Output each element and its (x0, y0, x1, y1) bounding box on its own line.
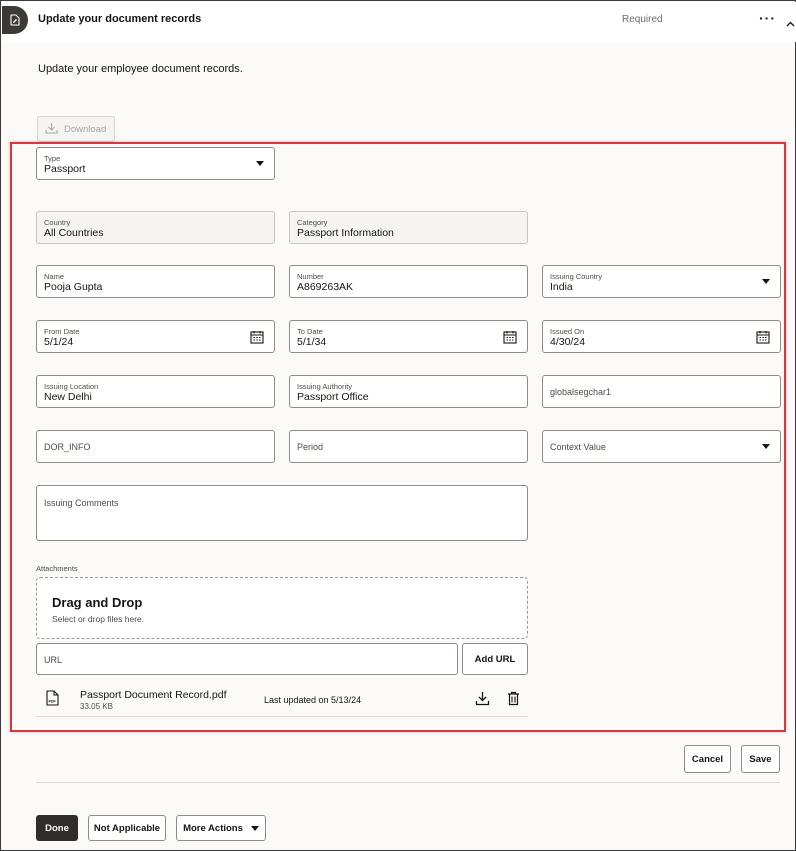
issuing-authority-label: Issuing Authority (297, 382, 353, 391)
number-value: A869263AK (297, 281, 354, 293)
issued-on-value: 4/30/24 (550, 336, 586, 348)
type-value: Passport (44, 163, 86, 175)
more-actions-label: More Actions (183, 822, 243, 834)
not-applicable-button[interactable]: Not Applicable (88, 815, 166, 841)
chevron-up-icon[interactable] (786, 14, 795, 32)
download-icon[interactable] (475, 691, 490, 711)
download-label: Download (64, 123, 107, 135)
required-status: Required (622, 14, 663, 25)
issuing-location-field[interactable]: Issuing Location New Delhi (36, 375, 275, 408)
name-label: Name (44, 272, 65, 281)
issuing-comments-placeholder: Issuing Comments (44, 498, 119, 508)
issued-on-label: Issued On (550, 327, 585, 336)
dropzone-title: Drag and Drop (52, 595, 143, 610)
from-date-field[interactable]: From Date 5/1/24 (36, 320, 275, 353)
chevron-down-icon (762, 279, 770, 284)
document-edit-icon (2, 6, 28, 34)
chevron-down-icon (256, 161, 264, 166)
done-button[interactable]: Done (36, 815, 78, 841)
from-date-value: 5/1/24 (44, 336, 74, 348)
task-header: Update your document records Required ··… (2, 2, 796, 42)
to-date-value: 5/1/34 (297, 336, 327, 348)
globalsegchar1-placeholder: globalsegchar1 (550, 387, 612, 397)
from-date-label: From Date (44, 327, 80, 336)
number-field[interactable]: Number A869263AK (289, 265, 528, 298)
issuing-authority-field[interactable]: Issuing Authority Passport Office (289, 375, 528, 408)
task-title: Update your document records (38, 13, 202, 25)
period-field[interactable]: Period (289, 430, 528, 463)
context-value-placeholder: Context Value (550, 442, 606, 452)
number-label: Number (297, 272, 324, 281)
name-value: Pooja Gupta (44, 281, 103, 293)
task-description: Update your employee document records. (38, 63, 243, 75)
context-value-select[interactable]: Context Value (542, 430, 781, 463)
type-label: Type (44, 154, 61, 163)
cancel-button[interactable]: Cancel (684, 745, 731, 773)
issuing-comments-textarea[interactable]: Issuing Comments (36, 485, 528, 541)
to-date-field[interactable]: To Date 5/1/34 (289, 320, 528, 353)
chevron-down-icon (250, 825, 259, 831)
country-field: Country All Countries (36, 211, 275, 244)
download-button[interactable]: Download (37, 116, 115, 142)
issued-on-field[interactable]: Issued On 4/30/24 (542, 320, 781, 353)
issuing-authority-value: Passport Office (297, 391, 369, 403)
attachment-updated-date: Last updated on 5/13/24 (264, 695, 362, 705)
globalsegchar1-field[interactable]: globalsegchar1 (542, 375, 781, 408)
pdf-file-icon: PDF (46, 690, 59, 711)
attachments-label: Attachments (36, 564, 78, 573)
country-label: Country (44, 218, 71, 227)
footer-divider (36, 782, 780, 783)
category-value: Passport Information (297, 227, 394, 239)
calendar-icon[interactable] (756, 330, 770, 349)
chevron-down-icon (762, 444, 770, 449)
issuing-location-value: New Delhi (44, 391, 92, 403)
issuing-location-label: Issuing Location (44, 382, 99, 391)
attachments-dropzone[interactable]: Drag and Drop Select or drop files here. (36, 577, 528, 639)
url-placeholder: URL (44, 655, 63, 665)
attachment-row: PDF Passport Document Record.pdf 33.05 K… (36, 683, 528, 717)
name-field[interactable]: Name Pooja Gupta (36, 265, 275, 298)
country-value: All Countries (44, 227, 104, 239)
type-select[interactable]: Type Passport (36, 147, 275, 180)
period-placeholder: Period (297, 442, 324, 452)
calendar-icon[interactable] (503, 330, 517, 349)
attachment-file-size: 33.05 KB (80, 702, 113, 711)
add-url-button[interactable]: Add URL (462, 643, 528, 675)
to-date-label: To Date (297, 327, 323, 336)
download-icon (45, 122, 58, 137)
url-input[interactable]: URL (36, 643, 458, 675)
issuing-country-value: India (550, 281, 573, 293)
svg-text:PDF: PDF (49, 700, 57, 704)
issuing-country-select[interactable]: Issuing Country India (542, 265, 781, 298)
category-field: Category Passport Information (289, 211, 528, 244)
issuing-country-label: Issuing Country (550, 272, 603, 281)
more-actions-button[interactable]: More Actions (176, 815, 266, 841)
dropzone-subtitle: Select or drop files here. (52, 614, 145, 624)
dor-info-placeholder: DOR_INFO (44, 442, 91, 452)
dor-info-field[interactable]: DOR_INFO (36, 430, 275, 463)
save-button[interactable]: Save (741, 745, 780, 773)
trash-icon[interactable] (507, 691, 520, 711)
more-options-button[interactable]: ··· (759, 10, 776, 26)
attachment-file-name[interactable]: Passport Document Record.pdf (80, 689, 227, 701)
category-label: Category (297, 218, 328, 227)
calendar-icon[interactable] (250, 330, 264, 349)
